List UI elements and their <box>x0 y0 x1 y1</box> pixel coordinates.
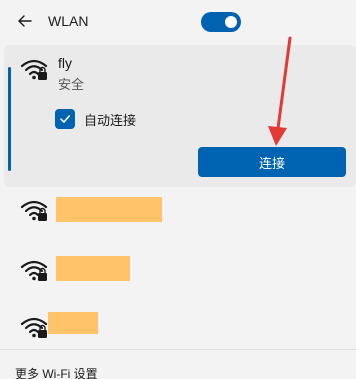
auto-connect-label: 自动连接 <box>84 113 137 128</box>
wifi-secured-icon <box>20 317 48 338</box>
redacted-network-name <box>48 312 98 334</box>
wlan-header: WLAN <box>0 0 356 44</box>
network-item-fly[interactable]: fly 安全 自动连接 连接 <box>4 45 356 187</box>
wlan-toggle[interactable] <box>201 12 241 32</box>
network-item[interactable] <box>0 192 356 232</box>
check-icon <box>60 115 70 123</box>
network-name: fly <box>58 55 72 71</box>
page-title: WLAN <box>48 13 89 29</box>
back-arrow-icon <box>18 15 32 27</box>
selection-indicator <box>8 67 11 171</box>
toggle-knob <box>225 16 237 28</box>
redacted-network-name <box>56 256 130 281</box>
wifi-secured-icon <box>20 200 48 221</box>
auto-connect-checkbox[interactable] <box>55 109 75 129</box>
network-security-status: 安全 <box>58 77 85 92</box>
more-wifi-settings-link[interactable]: 更多 Wi-Fi 设置 <box>15 365 98 379</box>
wifi-secured-icon <box>20 59 48 80</box>
connect-button[interactable]: 连接 <box>198 147 346 177</box>
footer-divider <box>0 349 356 350</box>
network-item[interactable] <box>0 252 356 292</box>
back-button[interactable] <box>14 10 36 32</box>
network-item[interactable] <box>0 309 356 349</box>
redacted-network-name <box>56 197 162 222</box>
wifi-secured-icon <box>20 260 48 281</box>
